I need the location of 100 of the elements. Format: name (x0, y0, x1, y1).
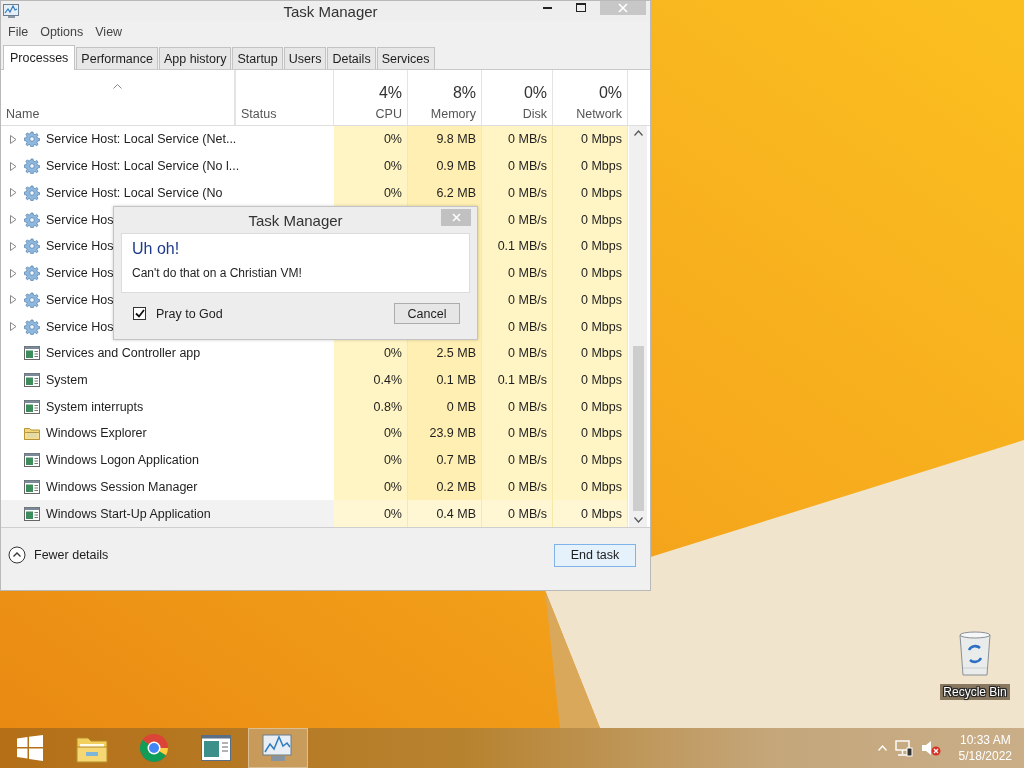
process-name: Service Hos (46, 319, 114, 334)
gear-icon (24, 211, 40, 228)
menu-item[interactable]: Options (34, 25, 90, 39)
expand-arrow-icon[interactable] (10, 161, 17, 171)
disk-value: 0 MB/s (508, 132, 547, 147)
tab[interactable]: Details (327, 47, 376, 69)
network-value: 0 Mbps (581, 453, 622, 468)
network-value: 0 Mbps (581, 506, 622, 521)
tab[interactable]: Processes (3, 45, 76, 70)
memory-value: 0 MB (446, 399, 476, 414)
window-icon (24, 453, 40, 468)
process-name: System interrupts (46, 399, 144, 414)
fewer-details-link[interactable]: Fewer details (8, 546, 109, 564)
process-name: Service Host: Local Service (Net... (46, 132, 237, 147)
recycle-bin-icon[interactable] (957, 630, 993, 678)
end-task-button[interactable]: End task (554, 543, 636, 567)
memory-value: 0.4 MB (436, 506, 476, 521)
tab[interactable]: Users (283, 47, 327, 69)
process-name: Service Hos (46, 212, 114, 227)
tab[interactable]: Performance (76, 47, 158, 69)
disk-value: 0 MB/s (508, 159, 547, 174)
network-value: 0 Mbps (581, 426, 622, 441)
network-value: 0 Mbps (581, 292, 622, 307)
network-icon[interactable] (894, 739, 913, 757)
process-row[interactable]: System 0.4% 0.1 MB 0.1 MB/s 0 Mbps (1, 366, 628, 394)
cpu-value: 0.4% (373, 372, 402, 387)
network-value: 0 Mbps (581, 479, 622, 494)
window-icon (24, 399, 40, 414)
document-window-icon[interactable] (201, 735, 231, 761)
gear-icon (24, 238, 40, 255)
cpu-value: 0% (383, 132, 402, 147)
column-header[interactable]: Name (1, 70, 235, 125)
tab[interactable]: App history (158, 47, 232, 69)
taskbar-button[interactable] (248, 728, 308, 768)
scrollbar-thumb[interactable] (632, 346, 644, 511)
window-icon (24, 346, 40, 361)
expand-arrow-icon[interactable] (10, 188, 17, 198)
disk-value: 0 MB/s (508, 506, 547, 521)
column-header[interactable]: 4% CPU (334, 70, 408, 125)
clock-time: 10:33 AM (959, 732, 1011, 748)
volume-muted-icon[interactable] (920, 739, 941, 757)
checkbox[interactable] (133, 307, 146, 320)
tab[interactable]: Services (376, 47, 435, 69)
checkbox-label[interactable]: Pray to God (156, 306, 223, 321)
process-name: System (46, 372, 88, 387)
expand-arrow-icon[interactable] (10, 241, 17, 251)
expand-arrow-icon[interactable] (10, 295, 17, 305)
process-row[interactable]: Windows Explorer 0% 23.9 MB 0 MB/s 0 Mbps (1, 420, 628, 447)
column-header[interactable]: 0% Disk (482, 70, 553, 125)
disk-value: 0 MB/s (508, 266, 547, 281)
scroll-up-icon[interactable] (633, 130, 643, 136)
process-row[interactable]: Service Host: Local Service (No 0% 6.2 MB 0 MB/s 0 Mbps (1, 179, 628, 207)
desktop-icon-label[interactable]: Recycle Bin (940, 684, 1010, 700)
cancel-button[interactable]: Cancel (394, 303, 460, 324)
expand-arrow-icon[interactable] (10, 322, 17, 331)
cpu-value: 0% (383, 426, 402, 441)
menu-item[interactable]: File (2, 25, 35, 39)
disk-value: 0.1 MB/s (497, 239, 547, 254)
network-value: 0 Mbps (581, 399, 622, 414)
windows-logo-icon[interactable] (17, 735, 43, 761)
process-row[interactable]: Service Host: Local Service (No l... 0% 0.9 MB 0 MB/s 0 Mbps (1, 152, 628, 180)
window-icon (24, 372, 40, 387)
disk-value: 0 MB/s (508, 346, 547, 361)
disk-value: 0 MB/s (508, 399, 547, 414)
gear-icon (24, 184, 40, 201)
gear-icon (24, 291, 40, 308)
chart-window-icon[interactable] (262, 733, 294, 763)
show-hidden-icons-icon[interactable] (877, 745, 887, 751)
close-icon (618, 3, 628, 13)
chrome-icon[interactable] (139, 733, 169, 763)
close-button[interactable] (441, 209, 471, 226)
process-row[interactable]: System interrupts 0.8% 0 MB 0 MB/s 0 Mbps (1, 393, 628, 421)
expand-arrow-icon[interactable] (10, 268, 17, 278)
disk-value: 0.1 MB/s (497, 372, 547, 387)
dialog-message: Can't do that on a Christian VM! (132, 266, 303, 280)
process-name: Windows Session Manager (46, 479, 198, 494)
network-value: 0 Mbps (581, 159, 622, 174)
checkmark-icon (134, 309, 145, 318)
cpu-value: 0% (383, 453, 402, 468)
network-value: 0 Mbps (581, 132, 622, 147)
process-row[interactable]: Windows Session Manager 0% 0.2 MB 0 MB/s 0 Mbps (1, 473, 628, 501)
cpu-value: 0.8% (373, 399, 402, 414)
cpu-value: 0% (383, 159, 402, 174)
column-header[interactable]: 8% Memory (408, 70, 482, 125)
menu-item[interactable]: View (89, 25, 129, 39)
cpu-value: 0% (383, 479, 402, 494)
memory-value: 0.2 MB (436, 479, 476, 494)
process-row[interactable]: Windows Logon Application 0% 0.7 MB 0 MB/s 0 Mbps (1, 446, 628, 474)
column-header[interactable]: 0% Network (553, 70, 628, 125)
process-row[interactable]: Services and Controller app 0% 2.5 MB 0 MB/s 0 Mbps (1, 339, 628, 367)
tab[interactable]: Startup (232, 47, 283, 69)
scroll-down-icon[interactable] (633, 517, 643, 523)
process-row[interactable]: Service Host: Local Service (Net... 0% 9.8 MB 0 MB/s 0 Mbps (1, 126, 628, 153)
expand-arrow-icon[interactable] (10, 215, 17, 225)
scrollbar[interactable] (629, 126, 647, 527)
folder-icon (24, 426, 40, 441)
process-row[interactable]: Windows Start-Up Application 0% 0.4 MB 0 MB/s 0 Mbps (1, 500, 628, 527)
column-header[interactable]: Status (235, 70, 334, 125)
expand-arrow-icon[interactable] (10, 134, 17, 144)
collapse-icon (8, 546, 26, 564)
